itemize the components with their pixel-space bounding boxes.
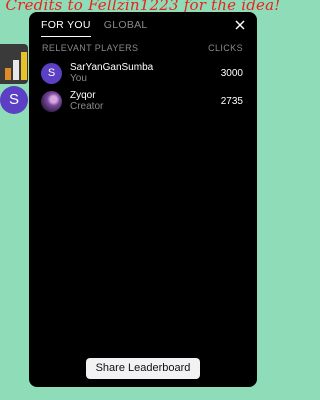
avatar: S (41, 62, 62, 84)
player-row[interactable]: S SarYanGanSumba You 3000 (41, 61, 243, 85)
player-clicks: 3000 (220, 67, 243, 79)
player-subtitle: Creator (70, 100, 104, 112)
tab-bar: FOR YOU GLOBAL (41, 18, 148, 40)
player-name: SarYanGanSumba (70, 61, 154, 73)
players-column-header: RELEVANT PLAYERS (42, 43, 139, 53)
table-header: RELEVANT PLAYERS CLICKS (42, 43, 243, 53)
tab-global[interactable]: GLOBAL (104, 18, 148, 36)
close-icon (235, 20, 245, 30)
player-name: Zyqor (70, 89, 96, 101)
player-clicks: 2735 (220, 95, 243, 107)
leaderboard-icon (5, 68, 11, 80)
leaderboard-toggle-button[interactable] (0, 44, 28, 84)
avatar (41, 90, 62, 112)
player-subtitle: You (70, 72, 87, 84)
user-avatar-button[interactable]: S (0, 86, 28, 114)
clicks-column-header: CLICKS (208, 43, 243, 53)
tab-for-you[interactable]: FOR YOU (41, 18, 91, 37)
player-row[interactable]: Zyqor Creator 2735 (41, 89, 243, 113)
leaderboard-panel: FOR YOU GLOBAL RELEVANT PLAYERS CLICKS S… (29, 12, 257, 387)
close-button[interactable] (233, 18, 247, 32)
share-leaderboard-button[interactable]: Share Leaderboard (86, 358, 200, 379)
